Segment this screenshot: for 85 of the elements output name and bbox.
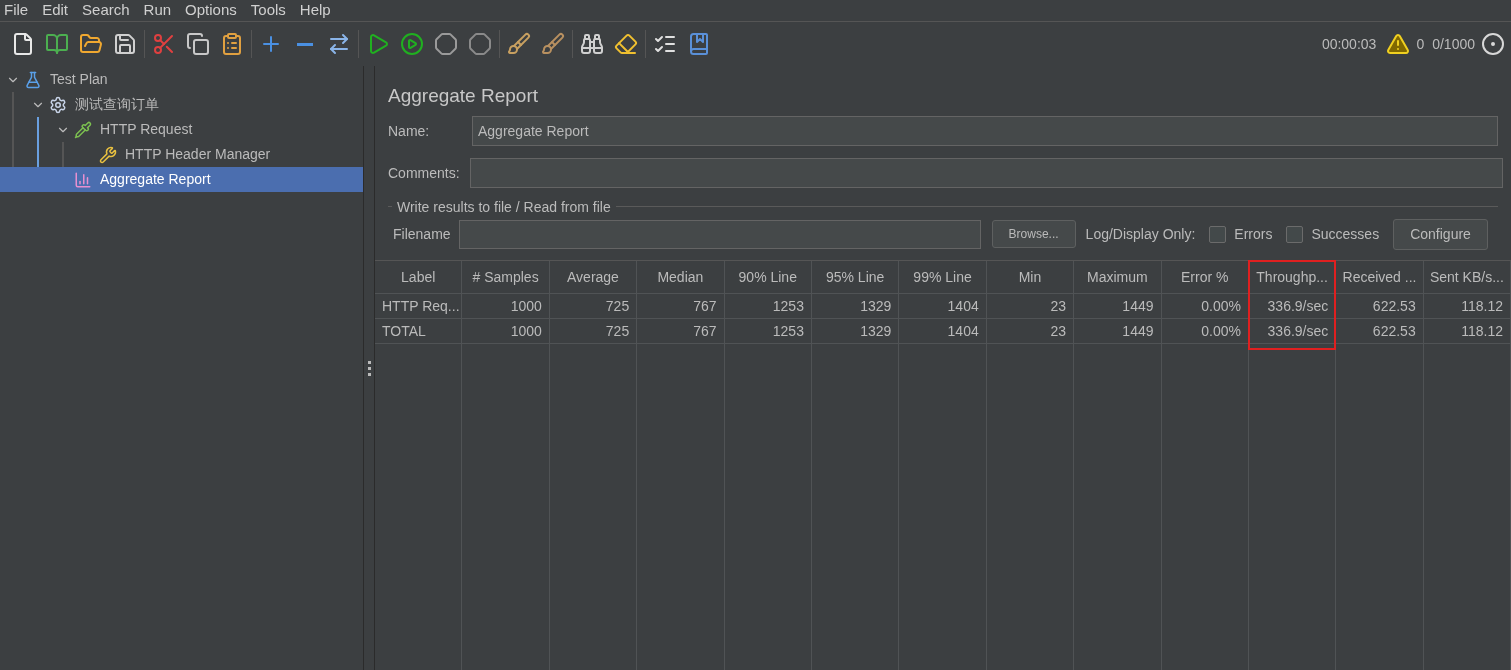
- panel-title: Aggregate Report: [388, 84, 539, 108]
- column-header[interactable]: Label: [375, 261, 462, 294]
- column-header[interactable]: Min: [986, 261, 1074, 294]
- configure-button[interactable]: Configure: [1393, 218, 1488, 250]
- menu-item[interactable]: File: [4, 0, 29, 22]
- table-cell: 1329: [811, 294, 899, 319]
- checkbox-label: Errors: [1234, 224, 1273, 244]
- table-cell: 1329: [811, 319, 899, 344]
- wrench-icon: [99, 145, 117, 164]
- table-cell: 118.12: [1423, 294, 1511, 319]
- warning-count: 0: [1416, 34, 1425, 54]
- table-cell: 1404: [899, 319, 986, 344]
- column-header[interactable]: Error %: [1161, 261, 1248, 294]
- folder-icon: [79, 32, 103, 56]
- save-icon: [113, 32, 137, 56]
- gear-icon: [49, 95, 67, 114]
- warning-icon: [1386, 32, 1411, 56]
- column-header[interactable]: # Samples: [462, 261, 549, 294]
- column-header[interactable]: Sent KB/s...: [1423, 261, 1511, 294]
- column-header[interactable]: Throughp...: [1248, 261, 1336, 294]
- menu-item[interactable]: Help: [299, 0, 331, 22]
- table-cell: 23: [986, 319, 1074, 344]
- cut-icon: [152, 32, 176, 56]
- menu-item[interactable]: Options: [185, 0, 237, 22]
- log-display-label: Log/Display Only:: [1085, 224, 1196, 244]
- filename-input[interactable]: [458, 219, 981, 249]
- table-cell: 767: [637, 319, 724, 344]
- copy-icon: [186, 32, 210, 56]
- table-cell: 23: [986, 294, 1074, 319]
- elapsed-time: 00:00:03: [1321, 34, 1377, 54]
- table-cell: 1000: [462, 319, 549, 344]
- thread-count: 0/1000: [1432, 34, 1475, 54]
- table-cell: 767: [637, 294, 724, 319]
- name-label: Name:: [388, 121, 431, 141]
- browse-button[interactable]: Browse...: [991, 220, 1076, 248]
- table-cell: 1253: [724, 319, 811, 344]
- tree-item[interactable]: HTTP Header Manager: [0, 142, 363, 167]
- column-header[interactable]: 90% Line: [724, 261, 811, 294]
- new-file-icon: [11, 32, 35, 56]
- table-cell: 725: [549, 319, 637, 344]
- column-header[interactable]: 95% Line: [811, 261, 899, 294]
- book-icon: [45, 32, 69, 56]
- checkbox[interactable]: [1286, 225, 1304, 243]
- filename-label: Filename: [393, 224, 451, 244]
- name-input[interactable]: Aggregate Report: [472, 116, 1498, 146]
- menu-item[interactable]: Run: [143, 0, 172, 22]
- tree-item[interactable]: HTTP Request: [0, 117, 363, 142]
- column-header[interactable]: 99% Line: [899, 261, 986, 294]
- checkbox[interactable]: [1209, 225, 1227, 243]
- minus-icon: [297, 42, 313, 46]
- menu-item[interactable]: Edit: [42, 0, 69, 22]
- column-header[interactable]: Median: [637, 261, 724, 294]
- table-cell: 118.12: [1423, 319, 1511, 344]
- column-header[interactable]: Average: [549, 261, 637, 294]
- binoculars-icon: [580, 32, 604, 56]
- table-cell: HTTP Req...: [375, 294, 462, 319]
- disc-icon: [1481, 32, 1505, 56]
- table-cell: 336.9/sec: [1248, 319, 1336, 344]
- table-cell: 725: [549, 294, 637, 319]
- column-header[interactable]: Maximum: [1074, 261, 1161, 294]
- menu-item[interactable]: Search: [82, 0, 130, 22]
- table-cell: 336.9/sec: [1248, 294, 1336, 319]
- table-cell: 1000: [462, 294, 549, 319]
- tree-item[interactable]: Test Plan: [0, 67, 363, 92]
- table-cell: 0.00%: [1161, 294, 1248, 319]
- table-cell: 622.53: [1336, 294, 1423, 319]
- table-cell: 1253: [724, 294, 811, 319]
- tree-item[interactable]: Aggregate Report: [0, 167, 363, 192]
- table-cell: TOTAL: [375, 319, 462, 344]
- checkbox-label: Successes: [1311, 224, 1380, 244]
- comments-input[interactable]: [470, 158, 1503, 188]
- pipette-icon: [74, 120, 92, 139]
- comments-label: Comments:: [388, 163, 461, 183]
- tree-item[interactable]: 测试查询订单: [0, 92, 363, 117]
- paste-icon: [220, 32, 244, 56]
- table-cell: 0.00%: [1161, 319, 1248, 344]
- menu-item[interactable]: Tools: [250, 0, 286, 22]
- column-header[interactable]: Received ...: [1336, 261, 1423, 294]
- table-cell: 1449: [1074, 319, 1161, 344]
- stop-icon: [434, 32, 458, 56]
- table-cell: 1404: [899, 294, 986, 319]
- flask-icon: [24, 70, 42, 89]
- chart-icon: [74, 170, 92, 189]
- table-cell: 622.53: [1336, 319, 1423, 344]
- table-cell: 1449: [1074, 294, 1161, 319]
